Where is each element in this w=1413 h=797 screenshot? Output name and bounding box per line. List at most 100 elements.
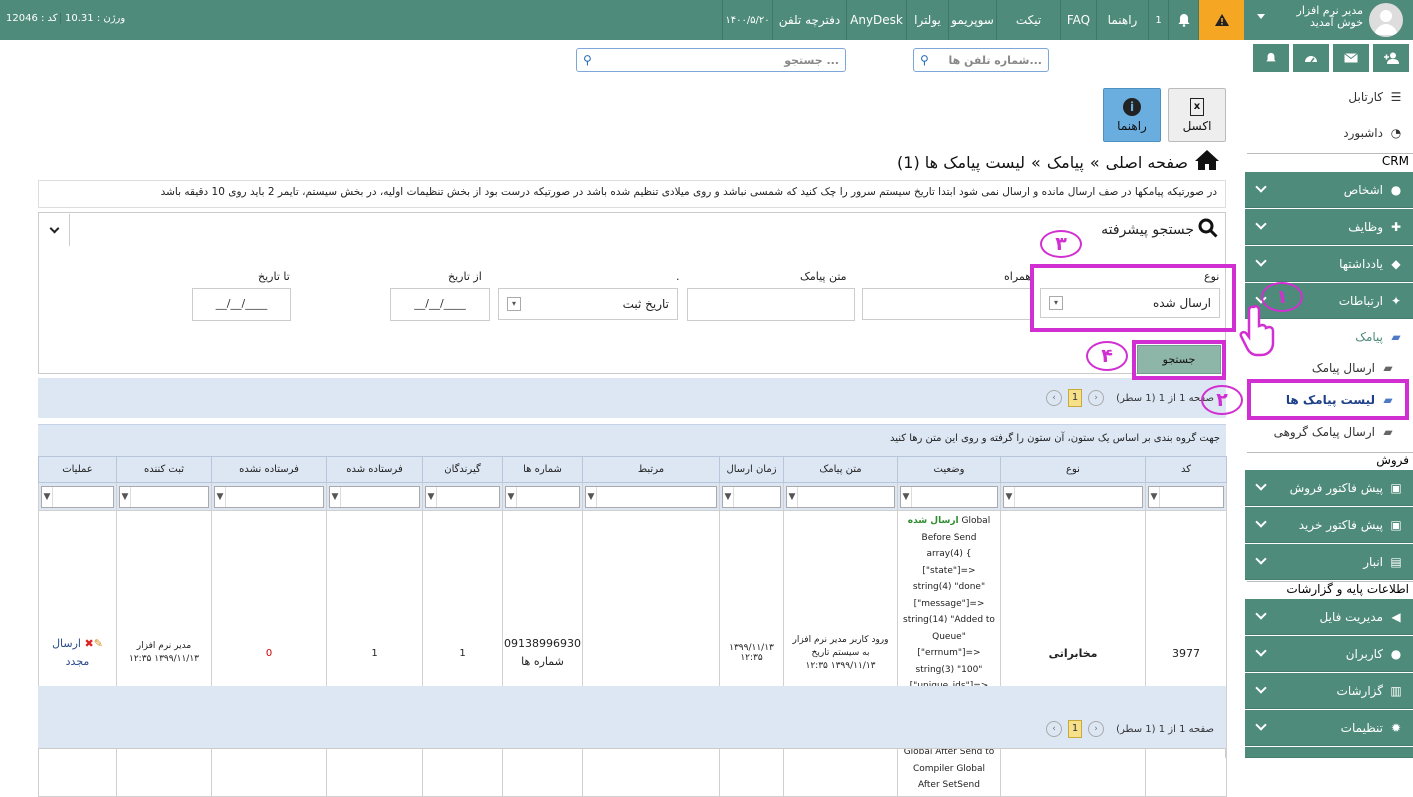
topbar-link-ticket[interactable]: تیکت: [996, 0, 1060, 40]
topbar-link-faq[interactable]: FAQ: [1060, 0, 1096, 40]
col-ops[interactable]: عملیات: [38, 456, 117, 483]
sidebar-item-label: پیش فاکتور خرید: [1298, 517, 1383, 532]
advanced-search-label: جستجو پیشرفته: [1101, 222, 1194, 238]
filter-input[interactable]: ▼: [41, 485, 114, 508]
sidebar-item-warehouse[interactable]: انبار ▤: [1245, 544, 1413, 580]
excel-file-icon: x: [1190, 97, 1204, 116]
sidebar-item-users[interactable]: کاربران ●: [1245, 636, 1413, 672]
filter-input[interactable]: ▼: [900, 485, 998, 508]
chevron-down-icon: [1255, 682, 1267, 694]
filter-input[interactable]: ▼: [329, 485, 420, 508]
col-text[interactable]: متن پیامک: [783, 456, 898, 483]
col-related[interactable]: مرتبط: [582, 456, 720, 483]
next-page-icon[interactable]: ›: [1088, 390, 1105, 406]
avatar[interactable]: [1369, 3, 1403, 37]
breadcrumb-home[interactable]: صفحه اصلی: [1106, 153, 1188, 172]
delete-icon[interactable]: ✖: [85, 637, 94, 650]
col-not-sent[interactable]: فرستاده نشده: [211, 456, 327, 483]
general-search-input[interactable]: ⚲ جستجو ...: [576, 48, 846, 72]
page-number[interactable]: 1: [1068, 720, 1083, 738]
col-sent[interactable]: فرستاده شده: [326, 456, 423, 483]
filter-input[interactable]: ▼: [214, 485, 324, 508]
chevron-down-icon: [1255, 608, 1267, 620]
edit-icon[interactable]: ✎: [94, 637, 103, 650]
prev-page-icon[interactable]: ‹: [1046, 721, 1063, 737]
filter-icon: ▼: [43, 491, 51, 502]
sidebar-item-sms-group[interactable]: ارسال پیامک گروهی ▰: [1245, 416, 1413, 448]
quick-mail-icon[interactable]: [1333, 44, 1369, 72]
quick-bell-icon[interactable]: [1253, 44, 1289, 72]
search-icon[interactable]: ⚲: [920, 53, 929, 67]
filter-input[interactable]: ▼: [1003, 485, 1143, 508]
sidebar-item-dashboard[interactable]: داشبورد ◔: [1245, 116, 1413, 150]
sms-text-input[interactable]: [687, 288, 855, 321]
topbar-link-anydesk[interactable]: AnyDesk: [846, 0, 906, 40]
topbar-link-phonebook[interactable]: دفترچه تلفن: [772, 0, 846, 40]
info-icon: i: [1123, 97, 1141, 116]
topbar-link-ultra[interactable]: یولترا: [906, 0, 948, 40]
help-button[interactable]: i راهنما: [1103, 88, 1161, 142]
filter-input[interactable]: ▼: [425, 485, 500, 508]
sidebar-item-label: پیش فاکتور فروش: [1289, 480, 1383, 495]
filter-input[interactable]: ▼: [505, 485, 580, 508]
chevron-down-icon: [1255, 181, 1267, 193]
sidebar-item-purchase-invoice[interactable]: پیش فاکتور خرید ▣: [1245, 507, 1413, 543]
filter-input[interactable]: ▼: [119, 485, 209, 508]
cart-icon: ▣: [1390, 480, 1402, 495]
page-number[interactable]: 1: [1068, 389, 1083, 407]
bell-icon[interactable]: [1168, 0, 1198, 40]
sidebar-item-settings[interactable]: تنظیمات ✹: [1245, 710, 1413, 746]
hand-pointer-icon: [1236, 303, 1276, 359]
caret-down-icon[interactable]: [1257, 14, 1265, 19]
quick-dashboard-icon[interactable]: [1293, 44, 1329, 72]
sidebar-item-persons[interactable]: اشخاص ●: [1245, 172, 1413, 208]
home-icon[interactable]: [1194, 149, 1220, 175]
warning-icon[interactable]: [1198, 0, 1244, 40]
sidebar-more[interactable]: [1245, 747, 1413, 758]
collapse-chevron-icon[interactable]: [40, 214, 70, 246]
filter-input[interactable]: ▼: [722, 485, 781, 508]
col-send-time[interactable]: زمان ارسال: [719, 456, 784, 483]
prev-page-icon[interactable]: ‹: [1046, 390, 1063, 406]
filter-icon: ▼: [788, 491, 796, 502]
to-date-input[interactable]: __/__/____: [192, 288, 291, 321]
col-type[interactable]: نوع: [1000, 456, 1146, 483]
highlight-sms-list: [1247, 379, 1409, 420]
col-code[interactable]: کد: [1145, 456, 1227, 483]
quick-add-user-icon[interactable]: [1373, 44, 1409, 72]
from-date-input[interactable]: __/__/____: [390, 288, 490, 321]
filter-input[interactable]: ▼: [1148, 485, 1224, 508]
topbar-link-supremo[interactable]: سوپریمو: [948, 0, 996, 40]
filter-row: ▼ ▼ ▼ ▼ ▼ ▼ ▼ ▼ ▼ ▼ ▼ ▼: [38, 482, 1227, 511]
next-page-icon[interactable]: ›: [1088, 721, 1105, 737]
sidebar-item-notes[interactable]: یادداشتها ◆: [1245, 246, 1413, 282]
col-status[interactable]: وضعیت: [897, 456, 1001, 483]
col-recipients[interactable]: گیرندگان: [422, 456, 503, 483]
sidebar-item-reports[interactable]: گزارشات ▥: [1245, 673, 1413, 709]
col-numbers[interactable]: شماره ها: [502, 456, 583, 483]
sidebar-item-label: ارسال پیامک گروهی: [1273, 425, 1375, 439]
filter-input[interactable]: ▼: [585, 485, 717, 508]
annotation-4: ۴: [1086, 341, 1128, 371]
sidebar-item-sales-invoice[interactable]: پیش فاکتور فروش ▣: [1245, 470, 1413, 506]
col-creator[interactable]: ثبت کننده: [116, 456, 212, 483]
help-label: راهنما: [1117, 118, 1147, 133]
sidebar-item-file-manager[interactable]: مدیریت فایل ◀: [1245, 599, 1413, 635]
chat-icon: ▰: [1383, 425, 1393, 439]
excel-button[interactable]: x اکسل: [1168, 88, 1226, 142]
filter-input[interactable]: ▼: [786, 485, 895, 508]
breadcrumb-sms[interactable]: پیامک: [1047, 153, 1084, 172]
phone-search-input[interactable]: ⚲ شماره تلفن ها...: [913, 48, 1049, 72]
advanced-search-title[interactable]: جستجو پیشرفته: [1086, 216, 1218, 244]
search-icon[interactable]: ⚲: [583, 53, 592, 67]
pager-bottom: ‹ 1 › صفحه 1 از 1 (1 سطر): [38, 710, 1226, 748]
from-date-label: از تاریخ: [448, 270, 482, 283]
mobile-input[interactable]: [862, 288, 1032, 320]
version-text: ورژن : 10.31: [60, 13, 125, 24]
date-type-select[interactable]: ▾ تاریخ ثبت: [498, 288, 678, 320]
sidebar-item-cartable[interactable]: کارتابل ☰: [1245, 80, 1413, 114]
sidebar-item-tasks[interactable]: وظایف ✚: [1245, 209, 1413, 245]
topbar-link-help[interactable]: راهنما: [1096, 0, 1148, 40]
creator-name: مدیر نرم افزار: [136, 641, 192, 652]
user-header[interactable]: مدیر نرم افزار خوش آمدید: [1245, 0, 1413, 40]
